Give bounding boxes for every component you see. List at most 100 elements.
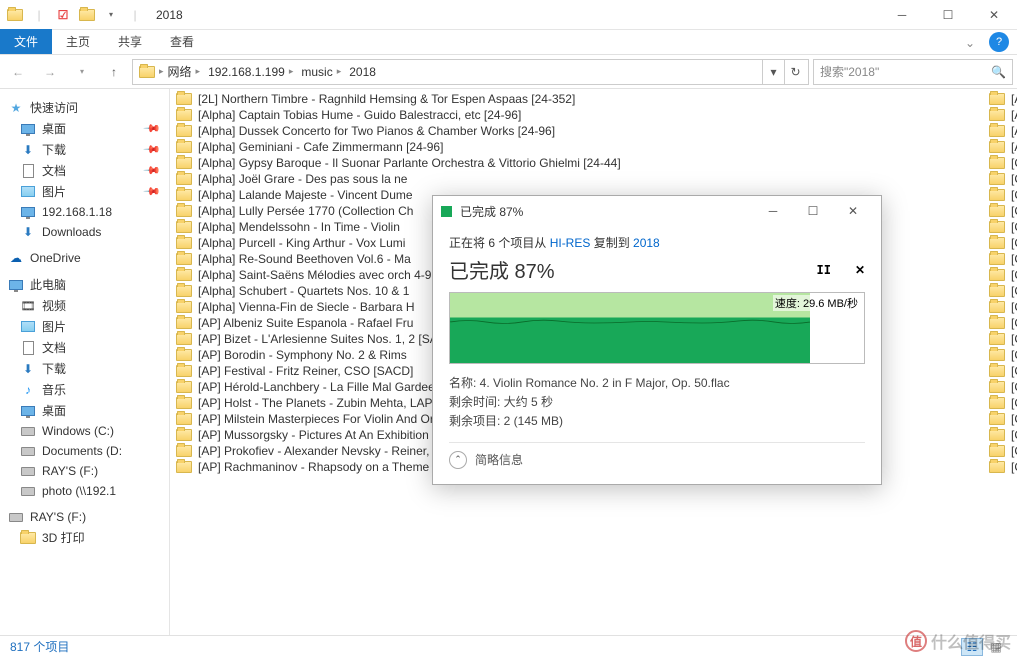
qat-dropdown-icon[interactable]: ▾ (100, 4, 122, 26)
tab-home[interactable]: 主页 (52, 29, 104, 54)
up-button[interactable]: ↑ (100, 58, 128, 86)
tab-share[interactable]: 共享 (104, 29, 156, 54)
sidebar-item[interactable]: 桌面 (0, 400, 169, 421)
minimize-button[interactable]: ─ (879, 0, 925, 30)
search-placeholder: 搜索"2018" (820, 63, 879, 80)
cancel-button[interactable]: ✕ (855, 263, 865, 277)
folder-icon (989, 205, 1005, 217)
folder-item[interactable]: [C (989, 171, 1017, 187)
sidebar-item[interactable]: photo (\\192.1 (0, 481, 169, 501)
address-dropdown-icon[interactable]: ▾ (762, 60, 784, 84)
pin-icon: 📌 (143, 161, 162, 180)
folder-item[interactable]: [C (989, 203, 1017, 219)
breadcrumb-seg[interactable]: 网络▸ (164, 63, 205, 80)
folder-icon (176, 109, 192, 121)
dialog-maximize-button[interactable]: ☐ (793, 197, 833, 225)
folder-item[interactable]: [A (989, 123, 1017, 139)
folder-icon (989, 93, 1005, 105)
folder-item[interactable]: [2L] Northern Timbre - Ragnhild Hemsing … (170, 91, 989, 107)
navigation-pane: ★快速访问 桌面📌⬇下载📌文档📌图片📌192.168.1.18⬇Download… (0, 89, 170, 635)
onedrive-header[interactable]: ☁OneDrive (0, 248, 169, 268)
tab-view[interactable]: 查看 (156, 29, 208, 54)
folder-item[interactable]: [C (989, 363, 1017, 379)
dialog-minimize-button[interactable]: ─ (753, 197, 793, 225)
search-icon[interactable]: 🔍 (991, 65, 1006, 79)
ribbon-collapse-icon[interactable]: ⌄ (955, 32, 985, 54)
source-link[interactable]: HI-RES (550, 236, 591, 250)
folder-item[interactable]: [C (989, 443, 1017, 459)
back-button[interactable]: ← (4, 58, 32, 86)
dialog-close-button[interactable]: ✕ (833, 197, 873, 225)
sidebar-item[interactable]: ⬇Downloads (0, 222, 169, 242)
sidebar-item[interactable]: 文档 (0, 337, 169, 358)
folder-item[interactable]: [C (989, 187, 1017, 203)
folder-item[interactable]: [C (989, 315, 1017, 331)
folder-item[interactable]: [A (989, 139, 1017, 155)
folder-item[interactable]: [C (989, 267, 1017, 283)
refresh-button[interactable]: ↻ (784, 60, 806, 84)
sidebar-item[interactable]: 192.168.1.18 (0, 202, 169, 222)
properties-icon[interactable]: ☑ (52, 4, 74, 26)
folder-icon (176, 269, 192, 281)
dest-link[interactable]: 2018 (633, 236, 660, 250)
folder-item[interactable]: [Alpha] Dussek Concerto for Two Pianos &… (170, 123, 989, 139)
dialog-titlebar[interactable]: 已完成 87% ─ ☐ ✕ (433, 196, 881, 226)
folder-item[interactable]: [Alpha] Joël Grare - Des pas sous la ne (170, 171, 989, 187)
folder-item[interactable]: [C (989, 283, 1017, 299)
sidebar-item[interactable]: 图片📌 (0, 181, 169, 202)
sidebar-item[interactable]: 🎞视频 (0, 295, 169, 316)
nav-icon (20, 340, 36, 356)
folder-icon (989, 317, 1005, 329)
recent-dropdown-icon[interactable]: ▾ (68, 58, 96, 86)
folder-item[interactable]: [Alpha] Captain Tobias Hume - Guido Bale… (170, 107, 989, 123)
folder-item[interactable]: [A (989, 107, 1017, 123)
file-tab[interactable]: 文件 (0, 29, 52, 54)
breadcrumb-seg[interactable]: music▸ (297, 65, 345, 79)
sidebar-item[interactable]: 图片 (0, 316, 169, 337)
drive-header[interactable]: RAY'S (F:) (0, 507, 169, 527)
folder-item[interactable]: [C (989, 219, 1017, 235)
folder-item[interactable]: [C (989, 251, 1017, 267)
sidebar-item[interactable]: Documents (D: (0, 441, 169, 461)
breadcrumb-seg[interactable]: 192.168.1.199▸ (204, 65, 297, 79)
folder-item[interactable]: [C (989, 379, 1017, 395)
sidebar-item[interactable]: Windows (C:) (0, 421, 169, 441)
breadcrumb[interactable]: ▸ 网络▸ 192.168.1.199▸ music▸ 2018 ▾ ↻ (132, 59, 809, 85)
sidebar-item[interactable]: RAY'S (F:) (0, 461, 169, 481)
breadcrumb-seg[interactable]: 2018 (345, 65, 380, 79)
folder-item[interactable]: [C (989, 155, 1017, 171)
help-icon[interactable]: ? (989, 32, 1009, 52)
search-input[interactable]: 搜索"2018" 🔍 (813, 59, 1013, 85)
qat-folder-icon[interactable] (76, 4, 98, 26)
folder-icon (989, 253, 1005, 265)
sidebar-item[interactable]: ⬇下载 (0, 358, 169, 379)
folder-icon (989, 381, 1005, 393)
folder-icon (989, 301, 1005, 313)
folder-item[interactable]: [A (989, 91, 1017, 107)
sidebar-item[interactable]: ♪音乐 (0, 379, 169, 400)
folder-item[interactable]: [C (989, 331, 1017, 347)
folder-item[interactable]: [C (989, 299, 1017, 315)
sidebar-item[interactable]: 桌面📌 (0, 118, 169, 139)
folder-item[interactable]: [C (989, 347, 1017, 363)
sidebar-item[interactable]: 文档📌 (0, 160, 169, 181)
folder-icon (989, 157, 1005, 169)
folder-item[interactable]: [C (989, 235, 1017, 251)
pause-button[interactable]: II (816, 263, 830, 277)
folder-item[interactable]: [C (989, 411, 1017, 427)
folder-item[interactable]: [C (989, 459, 1017, 475)
folder-item[interactable]: [Alpha] Geminiani - Cafe Zimmermann [24-… (170, 139, 989, 155)
qat-separator: | (28, 4, 50, 26)
less-details-link[interactable]: 简略信息 (475, 451, 523, 468)
folder-item[interactable]: [C (989, 427, 1017, 443)
collapse-details-icon[interactable]: ⌃ (449, 451, 467, 469)
folder-icon (989, 109, 1005, 121)
sidebar-item[interactable]: 3D 打印 (0, 527, 169, 548)
folder-item[interactable]: [Alpha] Gypsy Baroque - Il Suonar Parlan… (170, 155, 989, 171)
sidebar-item[interactable]: ⬇下载📌 (0, 139, 169, 160)
this-pc-header[interactable]: 此电脑 (0, 274, 169, 295)
close-button[interactable]: ✕ (971, 0, 1017, 30)
folder-item[interactable]: [C (989, 395, 1017, 411)
maximize-button[interactable]: ☐ (925, 0, 971, 30)
quick-access-header[interactable]: ★快速访问 (0, 97, 169, 118)
